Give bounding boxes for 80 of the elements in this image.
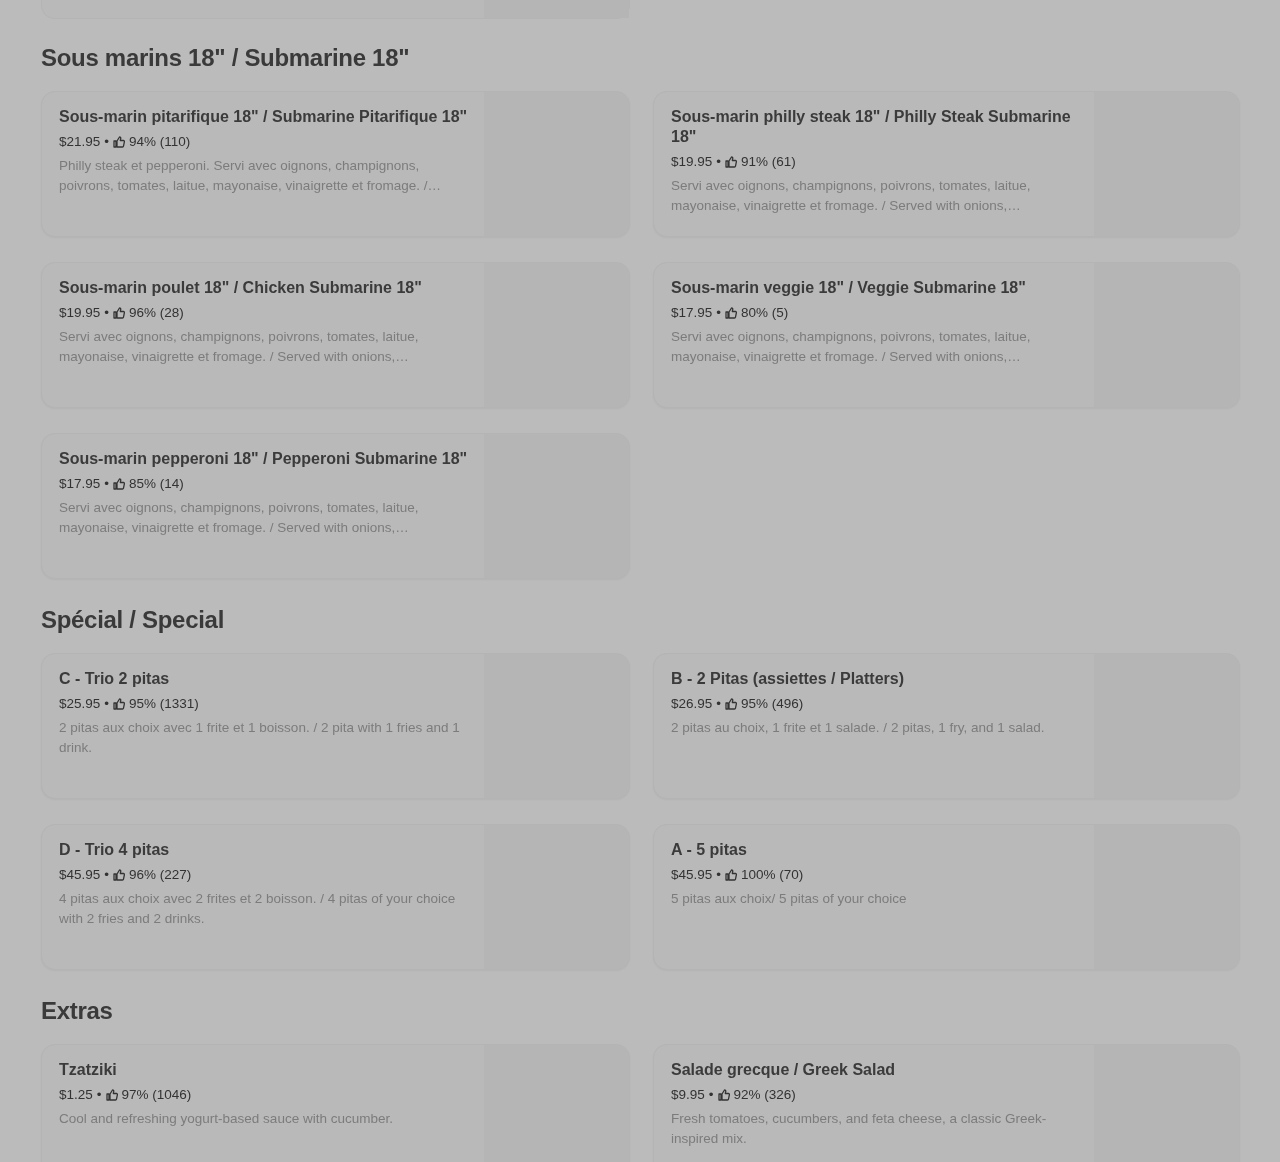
menu-item-card[interactable]: Salade grecque / Greek Salad $9.95 • 92% (326) Fresh tomatoes, cucumbers, and feta cheese, a classic Greek-inspired mix.: [653, 1044, 1240, 1162]
item-name: C - Trio 2 pitas: [59, 669, 171, 689]
item-rating: 97% (1046): [121, 1086, 192, 1104]
separator-dot: •: [96, 1086, 102, 1104]
item-rating: 95% (1331): [129, 695, 199, 713]
section-title: Spécial / Special: [41, 605, 225, 635]
menu-item-card[interactable]: A - 5 pitas $45.95 • 100% (70) 5 pitas aux choix/ 5 pitas of your choice: [653, 824, 1240, 970]
separator-dot: •: [708, 1086, 714, 1104]
thumbs-up-icon: [725, 869, 738, 881]
item-price: $17.95: [59, 475, 101, 493]
item-description: Servi avec oignons, champignons, poivrons, tomates, laitue, mayonaise, vinaigrette et fromage. / Served with onions,…: [59, 328, 420, 366]
item-price: $25.95: [59, 695, 101, 713]
separator-dot: •: [104, 695, 110, 713]
thumbs-up-icon: [717, 1089, 730, 1101]
thumbs-up-icon: [113, 136, 126, 148]
item-price: $9.95: [671, 1086, 705, 1104]
item-price: $45.95: [59, 866, 101, 884]
item-name: D - Trio 4 pitas: [59, 840, 171, 860]
item-description: Servi avec oignons, champignons, poivrons, tomates, laitue, mayonaise, vinaigrette et fromage. / Served with onions,…: [671, 328, 1032, 366]
thumbs-up-icon: [725, 156, 738, 168]
item-price: $19.95: [59, 304, 101, 322]
thumbs-up-icon: [113, 698, 126, 710]
item-rating: 91% (61): [741, 153, 796, 171]
separator-dot: •: [104, 866, 110, 884]
menu-item-card[interactable]: Sous-marin pitarifique 18" / Submarine Pitarifique 18" $21.95 • 94% (110) Philly steak et pepperoni. Servi avec oignons, champignons, poivrons, tomates, laitue, mayonaise, vinaigrette et fromage. /…: [41, 91, 630, 237]
section-title: Sous marins 18" / Submarine 18": [41, 43, 411, 73]
separator-dot: •: [716, 304, 722, 322]
thumbs-up-icon: [113, 307, 126, 319]
item-name: Sous-marin pitarifique 18" / Submarine Pitarifique 18": [59, 107, 468, 127]
item-rating: 100% (70): [741, 866, 804, 884]
thumbs-up-icon: [725, 698, 738, 710]
separator-dot: •: [716, 695, 722, 713]
item-rating: 95% (496): [741, 695, 804, 713]
item-rating: 96% (28): [129, 304, 184, 322]
separator-dot: •: [716, 866, 722, 884]
menu-item-card[interactable]: Sous-marin poulet 18" / Chicken Submarine 18" $19.95 • 96% (28) Servi avec oignons, champignons, poivrons, tomates, laitue, mayonaise, vinaigrette et fromage. / Served with onions,…: [41, 262, 630, 408]
item-rating: 80% (5): [741, 304, 789, 322]
item-description: 2 pitas au choix, 1 frite et 1 salade. / 2 pitas, 1 fry, and 1 salad.: [671, 719, 1046, 737]
item-description: Philly steak et pepperoni. Servi avec oignons, champignons, poivrons, tomates, laitue, mayonaise, vinaigrette et fromage. /…: [59, 157, 442, 195]
item-description: 2 pitas aux choix avec 1 frite et 1 boisson. / 2 pita with 1 fries and 1 drink.: [59, 719, 461, 757]
menu-item-card[interactable]: D - Trio 4 pitas $45.95 • 96% (227) 4 pitas aux choix avec 2 frites et 2 boisson. / 4 pitas of your choice with 2 fries and 2 drinks.: [41, 824, 630, 970]
menu-item-card[interactable]: Sous-marin veggie 18" / Veggie Submarine 18" $17.95 • 80% (5) Servi avec oignons, champignons, poivrons, tomates, laitue, mayonaise, vinaigrette et fromage. / Served with onions,…: [653, 262, 1240, 408]
item-price: $19.95: [671, 153, 713, 171]
thumbs-up-icon: [725, 307, 738, 319]
item-name: Sous-marin poulet 18" / Chicken Submarine 18": [59, 278, 423, 298]
separator-dot: •: [104, 304, 110, 322]
item-description: Servi avec oignons, champignons, poivrons, tomates, laitue, mayonaise, vinaigrette et fromage. / Served with onions,…: [59, 499, 420, 537]
separator-dot: •: [104, 475, 110, 493]
item-description: Servi avec oignons, champignons, poivrons, tomates, laitue, mayonaise, vinaigrette et fromage. / Served with onions,…: [671, 177, 1032, 215]
menu-item-card[interactable]: Sous-marin pepperoni 18" / Pepperoni Submarine 18" $17.95 • 85% (14) Servi avec oignons, champignons, poivrons, tomates, laitue, mayonaise, vinaigrette et fromage. / Served with onions,…: [41, 433, 630, 579]
item-price: $17.95: [671, 304, 713, 322]
item-description: 5 pitas aux choix/ 5 pitas of your choice: [671, 890, 908, 908]
item-rating: 85% (14): [129, 475, 184, 493]
separator-dot: •: [104, 133, 110, 151]
item-description: Cool and refreshing yogurt-based sauce with cucumber.: [59, 1110, 394, 1128]
section-title: Extras: [41, 996, 114, 1026]
item-name: Tzatziki: [59, 1060, 118, 1080]
item-name: B - 2 Pitas (assiettes / Platters): [671, 669, 905, 689]
item-rating: 92% (326): [733, 1086, 796, 1104]
item-name: Sous-marin veggie 18" / Veggie Submarine 18": [671, 278, 1027, 298]
thumbs-up-icon: [105, 1089, 118, 1101]
item-name: Sous-marin pepperoni 18" / Pepperoni Submarine 18": [59, 449, 468, 469]
separator-dot: •: [716, 153, 722, 171]
item-rating: 94% (110): [129, 133, 191, 151]
item-description: Fresh tomatoes, cucumbers, and feta cheese, a classic Greek-inspired mix.: [671, 1110, 1048, 1148]
thumbs-up-icon: [113, 478, 126, 490]
menu-item-card[interactable]: Sous-marin philly steak 18" / Philly Steak Submarine 18" $19.95 • 91% (61) Servi avec oignons, champignons, poivrons, tomates, laitue, mayonaise, vinaigrette et fromage. / Served with onions,…: [653, 91, 1240, 237]
item-name: Sous-marin philly steak 18" / Philly Steak Submarine 18": [671, 107, 1072, 147]
item-price: $45.95: [671, 866, 713, 884]
menu-item-card[interactable]: Tzatziki $1.25 • 97% (1046) Cool and refreshing yogurt-based sauce with cucumber.: [41, 1044, 630, 1162]
item-price: $1.25: [59, 1086, 93, 1104]
thumbs-up-icon: [113, 869, 126, 881]
item-description: 4 pitas aux choix avec 2 frites et 2 boisson. / 4 pitas of your choice with 2 fries and 2 drinks.: [59, 890, 457, 928]
item-name: Salade grecque / Greek Salad: [671, 1060, 897, 1080]
item-price: $21.95: [59, 133, 101, 151]
item-name: A - 5 pitas: [671, 840, 748, 860]
menu-item-card[interactable]: C - Trio 2 pitas $25.95 • 95% (1331) 2 pitas aux choix avec 1 frite et 1 boisson. / 2 pita with 1 fries and 1 drink.: [41, 653, 630, 799]
menu-item-card[interactable]: B - 2 Pitas (assiettes / Platters) $26.95 • 95% (496) 2 pitas au choix, 1 frite et 1 salade. / 2 pitas, 1 fry, and 1 salad.: [653, 653, 1240, 799]
item-rating: 96% (227): [129, 866, 192, 884]
item-price: $26.95: [671, 695, 713, 713]
